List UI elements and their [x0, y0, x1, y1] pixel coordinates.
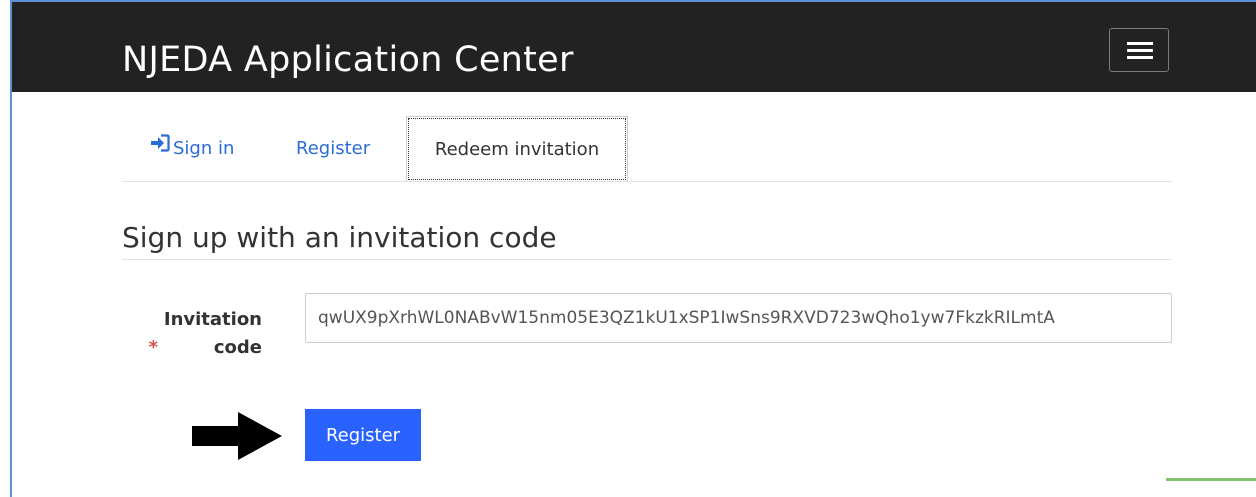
invitation-code-input[interactable] [305, 293, 1172, 343]
pointer-arrow-icon [192, 412, 284, 464]
register-button[interactable]: Register [305, 409, 421, 461]
tab-sign-in[interactable]: Sign in [150, 116, 234, 182]
invitation-code-label-text: Invitation code [163, 309, 262, 358]
tab-sign-in-label: Sign in [173, 138, 235, 159]
tab-redeem-invitation[interactable]: Redeem invitation [406, 116, 628, 182]
hamburger-menu-button[interactable] [1109, 28, 1169, 72]
tab-register[interactable]: Register [296, 116, 370, 182]
tab-register-label: Register [296, 138, 371, 159]
decorative-green-line [1166, 478, 1256, 481]
tabs-divider [122, 181, 1172, 182]
tab-redeem-invitation-label: Redeem invitation [434, 139, 600, 160]
required-marker: * [148, 337, 158, 358]
sign-in-icon [150, 114, 170, 180]
page-heading: Sign up with an invitation code [122, 221, 557, 254]
auth-tabs: Sign in Register Redeem invitation [122, 116, 1172, 182]
top-navbar: NJEDA Application Center [12, 2, 1256, 92]
app-title: NJEDA Application Center [122, 40, 574, 80]
heading-divider [122, 259, 1172, 260]
invitation-code-label: *Invitation code [122, 306, 262, 362]
